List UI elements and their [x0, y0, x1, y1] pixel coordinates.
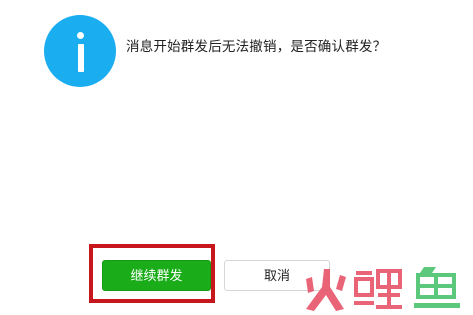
- confirm-dialog: 消息开始群发后无法撤销，是否确认群发？ 继续群发 取消: [0, 0, 473, 315]
- watermark-logo: [302, 265, 470, 313]
- info-icon-dot: [77, 32, 84, 39]
- dialog-message: 消息开始群发后无法撤销，是否确认群发？: [126, 39, 387, 55]
- info-icon-bar: [77, 44, 84, 72]
- watermark-logo-graphic: [306, 267, 460, 311]
- info-icon: [44, 15, 116, 87]
- continue-broadcast-button[interactable]: 继续群发: [102, 260, 211, 291]
